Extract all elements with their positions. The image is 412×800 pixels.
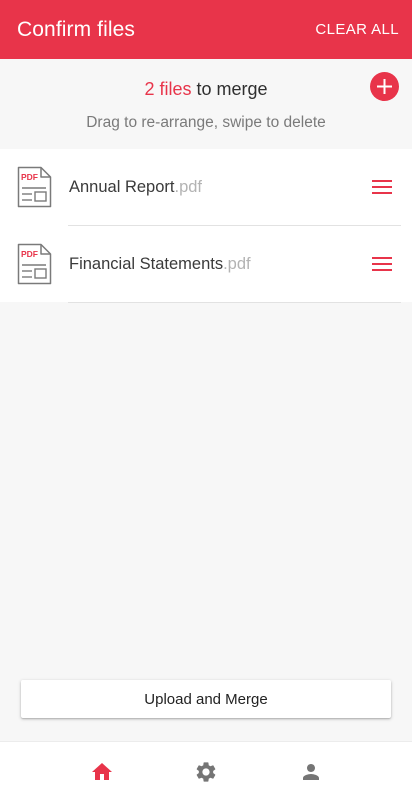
file-list: PDF Annual Report.pdf PDF Financial Stat…: [0, 149, 412, 303]
file-name: Annual Report.pdf: [69, 178, 202, 197]
pdf-file-icon: PDF: [17, 243, 52, 285]
upload-and-merge-button[interactable]: Upload and Merge: [21, 680, 391, 718]
plus-icon: [377, 79, 392, 94]
home-icon[interactable]: [90, 760, 114, 784]
page-title: Confirm files: [17, 17, 135, 41]
divider: [68, 302, 401, 303]
file-list-item[interactable]: PDF Annual Report.pdf: [0, 149, 412, 226]
file-name-text: Financial Statements: [69, 255, 224, 273]
svg-text:PDF: PDF: [21, 172, 38, 182]
file-name: Financial Statements.pdf: [69, 255, 251, 274]
bottom-navigation: [0, 741, 412, 800]
file-extension: .pdf: [223, 255, 251, 273]
file-count-heading: 2 files to merge: [0, 79, 412, 100]
clear-all-button[interactable]: CLEAR ALL: [315, 21, 399, 38]
file-extension: .pdf: [174, 178, 203, 196]
person-icon[interactable]: [299, 760, 323, 784]
gear-icon[interactable]: [194, 760, 218, 784]
app-screen: Confirm files CLEAR ALL 2 files to merge…: [0, 0, 412, 800]
drag-handle-icon[interactable]: [371, 255, 393, 273]
pdf-file-icon: PDF: [17, 166, 52, 208]
file-list-item[interactable]: PDF Financial Statements.pdf: [0, 226, 412, 303]
drag-handle-icon[interactable]: [371, 178, 393, 196]
svg-text:PDF: PDF: [21, 249, 38, 259]
add-file-button[interactable]: [370, 72, 399, 101]
file-name-text: Annual Report: [69, 178, 175, 196]
instructions-text: Drag to re-arrange, swipe to delete: [86, 114, 326, 131]
file-count-suffix: to merge: [191, 79, 268, 99]
merge-summary: 2 files to merge Drag to re-arrange, swi…: [0, 59, 412, 149]
app-header: Confirm files CLEAR ALL: [0, 0, 412, 59]
file-count: 2 files: [144, 79, 192, 99]
